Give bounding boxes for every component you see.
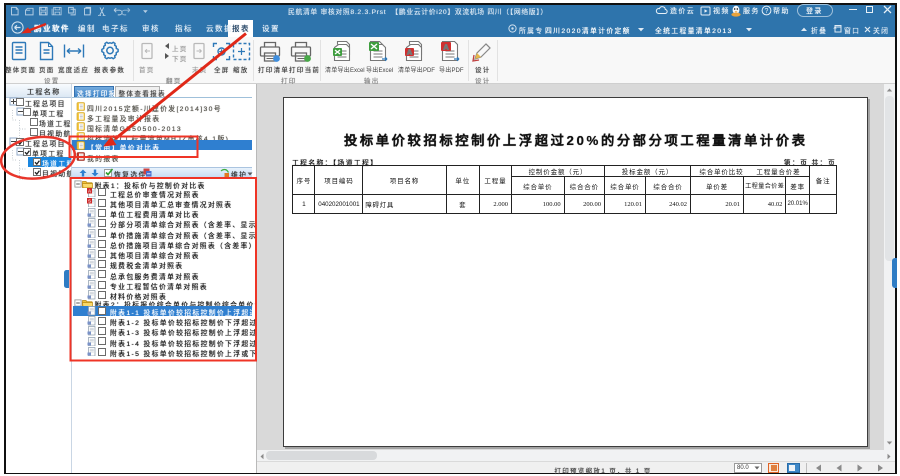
svg-text:A: A (88, 188, 91, 193)
svg-text:S: S (88, 198, 91, 203)
svg-text:?: ? (765, 8, 769, 15)
svg-text:A: A (407, 50, 412, 57)
svg-text:A: A (443, 44, 448, 51)
